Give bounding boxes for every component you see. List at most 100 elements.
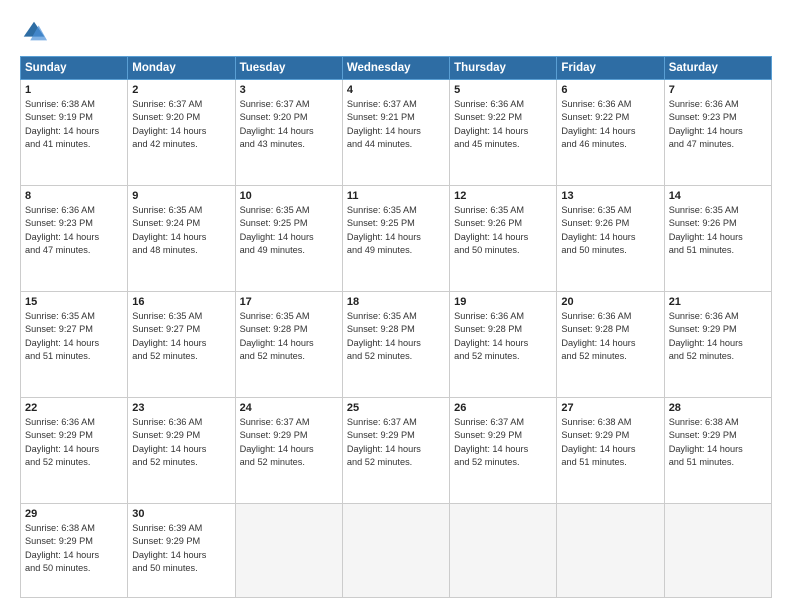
calendar-cell: 27 Sunrise: 6:38 AMSunset: 9:29 PMDayligh… <box>557 398 664 504</box>
cell-info: Sunrise: 6:36 AMSunset: 9:23 PMDaylight:… <box>669 98 767 151</box>
calendar-cell: 25 Sunrise: 6:37 AMSunset: 9:29 PMDayligh… <box>342 398 449 504</box>
calendar-week-row: 22 Sunrise: 6:36 AMSunset: 9:29 PMDayligh… <box>21 398 772 504</box>
day-number: 3 <box>240 84 338 96</box>
day-number: 6 <box>561 84 659 96</box>
cell-info: Sunrise: 6:35 AMSunset: 9:25 PMDaylight:… <box>347 204 445 257</box>
day-number: 2 <box>132 84 230 96</box>
calendar-cell: 29 Sunrise: 6:38 AMSunset: 9:29 PMDayligh… <box>21 504 128 598</box>
cell-info: Sunrise: 6:36 AMSunset: 9:28 PMDaylight:… <box>454 310 552 363</box>
calendar-table: SundayMondayTuesdayWednesdayThursdayFrid… <box>20 56 772 598</box>
cell-info: Sunrise: 6:35 AMSunset: 9:24 PMDaylight:… <box>132 204 230 257</box>
calendar-cell: 22 Sunrise: 6:36 AMSunset: 9:29 PMDayligh… <box>21 398 128 504</box>
calendar-cell <box>557 504 664 598</box>
calendar-cell: 23 Sunrise: 6:36 AMSunset: 9:29 PMDayligh… <box>128 398 235 504</box>
calendar-cell: 19 Sunrise: 6:36 AMSunset: 9:28 PMDayligh… <box>450 292 557 398</box>
cell-info: Sunrise: 6:38 AMSunset: 9:29 PMDaylight:… <box>561 416 659 469</box>
day-number: 29 <box>25 508 123 520</box>
day-number: 10 <box>240 190 338 202</box>
cell-info: Sunrise: 6:36 AMSunset: 9:23 PMDaylight:… <box>25 204 123 257</box>
calendar-cell <box>664 504 771 598</box>
calendar-cell: 12 Sunrise: 6:35 AMSunset: 9:26 PMDayligh… <box>450 186 557 292</box>
cell-info: Sunrise: 6:37 AMSunset: 9:29 PMDaylight:… <box>347 416 445 469</box>
calendar-week-row: 1Sunrise: 6:38 AMSunset: 9:19 PMDaylight… <box>21 80 772 186</box>
cell-info: Sunrise: 6:36 AMSunset: 9:29 PMDaylight:… <box>25 416 123 469</box>
calendar-cell <box>450 504 557 598</box>
calendar-cell: 4 Sunrise: 6:37 AMSunset: 9:21 PMDaylight… <box>342 80 449 186</box>
calendar-header-row: SundayMondayTuesdayWednesdayThursdayFrid… <box>21 57 772 80</box>
calendar-week-row: 15 Sunrise: 6:35 AMSunset: 9:27 PMDayligh… <box>21 292 772 398</box>
cell-info: Sunrise: 6:35 AMSunset: 9:26 PMDaylight:… <box>669 204 767 257</box>
column-header-tuesday: Tuesday <box>235 57 342 80</box>
calendar-cell: 10 Sunrise: 6:35 AMSunset: 9:25 PMDayligh… <box>235 186 342 292</box>
calendar-cell: 9 Sunrise: 6:35 AMSunset: 9:24 PMDaylight… <box>128 186 235 292</box>
cell-info: Sunrise: 6:37 AMSunset: 9:29 PMDaylight:… <box>454 416 552 469</box>
cell-info: Sunrise: 6:35 AMSunset: 9:28 PMDaylight:… <box>240 310 338 363</box>
column-header-monday: Monday <box>128 57 235 80</box>
calendar-cell: 6 Sunrise: 6:36 AMSunset: 9:22 PMDaylight… <box>557 80 664 186</box>
day-number: 16 <box>132 296 230 308</box>
column-header-friday: Friday <box>557 57 664 80</box>
calendar-cell <box>342 504 449 598</box>
calendar-cell: 15 Sunrise: 6:35 AMSunset: 9:27 PMDayligh… <box>21 292 128 398</box>
cell-info: Sunrise: 6:39 AMSunset: 9:29 PMDaylight:… <box>132 522 230 575</box>
day-number: 27 <box>561 402 659 414</box>
calendar-cell: 11Sunrise: 6:35 AMSunset: 9:25 PMDayligh… <box>342 186 449 292</box>
cell-info: Sunrise: 6:38 AMSunset: 9:29 PMDaylight:… <box>669 416 767 469</box>
calendar-cell: 8 Sunrise: 6:36 AMSunset: 9:23 PMDaylight… <box>21 186 128 292</box>
cell-info: Sunrise: 6:38 AMSunset: 9:29 PMDaylight:… <box>25 522 123 575</box>
calendar-cell: 14 Sunrise: 6:35 AMSunset: 9:26 PMDayligh… <box>664 186 771 292</box>
day-number: 19 <box>454 296 552 308</box>
day-number: 9 <box>132 190 230 202</box>
calendar-cell: 26 Sunrise: 6:37 AMSunset: 9:29 PMDayligh… <box>450 398 557 504</box>
calendar-week-row: 8 Sunrise: 6:36 AMSunset: 9:23 PMDaylight… <box>21 186 772 292</box>
cell-info: Sunrise: 6:35 AMSunset: 9:27 PMDaylight:… <box>132 310 230 363</box>
cell-info: Sunrise: 6:37 AMSunset: 9:21 PMDaylight:… <box>347 98 445 151</box>
day-number: 24 <box>240 402 338 414</box>
day-number: 8 <box>25 190 123 202</box>
cell-info: Sunrise: 6:35 AMSunset: 9:26 PMDaylight:… <box>561 204 659 257</box>
calendar-week-row: 29 Sunrise: 6:38 AMSunset: 9:29 PMDayligh… <box>21 504 772 598</box>
cell-info: Sunrise: 6:36 AMSunset: 9:29 PMDaylight:… <box>132 416 230 469</box>
cell-info: Sunrise: 6:35 AMSunset: 9:25 PMDaylight:… <box>240 204 338 257</box>
calendar-cell: 24Sunrise: 6:37 AMSunset: 9:29 PMDayligh… <box>235 398 342 504</box>
cell-info: Sunrise: 6:37 AMSunset: 9:20 PMDaylight:… <box>132 98 230 151</box>
day-number: 13 <box>561 190 659 202</box>
logo <box>20 18 52 46</box>
calendar-cell: 18Sunrise: 6:35 AMSunset: 9:28 PMDayligh… <box>342 292 449 398</box>
calendar-cell: 7Sunrise: 6:36 AMSunset: 9:23 PMDaylight… <box>664 80 771 186</box>
day-number: 12 <box>454 190 552 202</box>
calendar-cell: 28 Sunrise: 6:38 AMSunset: 9:29 PMDayligh… <box>664 398 771 504</box>
day-number: 30 <box>132 508 230 520</box>
calendar-cell: 20 Sunrise: 6:36 AMSunset: 9:28 PMDayligh… <box>557 292 664 398</box>
day-number: 18 <box>347 296 445 308</box>
day-number: 26 <box>454 402 552 414</box>
calendar-cell: 13 Sunrise: 6:35 AMSunset: 9:26 PMDayligh… <box>557 186 664 292</box>
day-number: 14 <box>669 190 767 202</box>
column-header-sunday: Sunday <box>21 57 128 80</box>
day-number: 4 <box>347 84 445 96</box>
day-number: 25 <box>347 402 445 414</box>
day-number: 20 <box>561 296 659 308</box>
day-number: 21 <box>669 296 767 308</box>
cell-info: Sunrise: 6:38 AMSunset: 9:19 PMDaylight:… <box>25 98 123 151</box>
calendar-cell: 17Sunrise: 6:35 AMSunset: 9:28 PMDayligh… <box>235 292 342 398</box>
cell-info: Sunrise: 6:36 AMSunset: 9:22 PMDaylight:… <box>561 98 659 151</box>
day-number: 23 <box>132 402 230 414</box>
cell-info: Sunrise: 6:36 AMSunset: 9:29 PMDaylight:… <box>669 310 767 363</box>
calendar-cell: 2 Sunrise: 6:37 AMSunset: 9:20 PMDaylight… <box>128 80 235 186</box>
cell-info: Sunrise: 6:36 AMSunset: 9:22 PMDaylight:… <box>454 98 552 151</box>
cell-info: Sunrise: 6:35 AMSunset: 9:27 PMDaylight:… <box>25 310 123 363</box>
cell-info: Sunrise: 6:37 AMSunset: 9:20 PMDaylight:… <box>240 98 338 151</box>
calendar-cell: 16 Sunrise: 6:35 AMSunset: 9:27 PMDayligh… <box>128 292 235 398</box>
logo-icon <box>20 18 48 46</box>
page: SundayMondayTuesdayWednesdayThursdayFrid… <box>0 0 792 612</box>
cell-info: Sunrise: 6:36 AMSunset: 9:28 PMDaylight:… <box>561 310 659 363</box>
day-number: 22 <box>25 402 123 414</box>
calendar-cell: 30 Sunrise: 6:39 AMSunset: 9:29 PMDayligh… <box>128 504 235 598</box>
calendar-cell: 3 Sunrise: 6:37 AMSunset: 9:20 PMDaylight… <box>235 80 342 186</box>
calendar-cell <box>235 504 342 598</box>
cell-info: Sunrise: 6:35 AMSunset: 9:26 PMDaylight:… <box>454 204 552 257</box>
day-number: 15 <box>25 296 123 308</box>
day-number: 28 <box>669 402 767 414</box>
header <box>20 18 772 46</box>
